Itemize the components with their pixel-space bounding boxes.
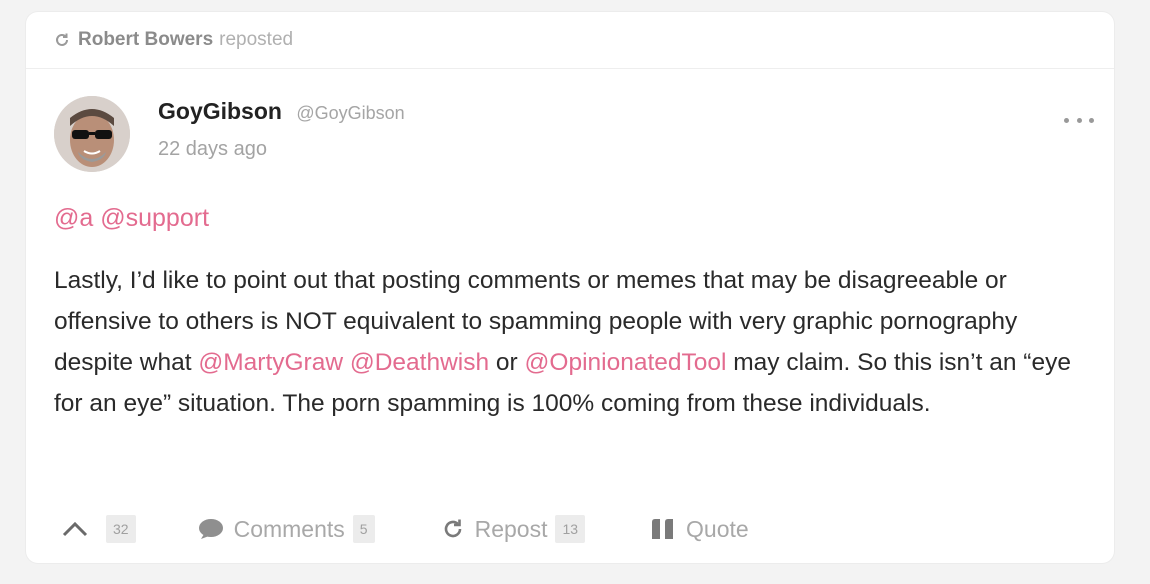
author-display-name[interactable]: GoyGibson: [158, 98, 282, 124]
comments-button[interactable]: Comments 5: [198, 515, 375, 543]
body-text-2: or: [489, 349, 525, 376]
mention-line: @a @support: [54, 204, 209, 233]
upvote-button[interactable]: 32: [62, 515, 136, 543]
comments-label: Comments: [233, 515, 345, 542]
action-bar: 32 Comments 5 Repost 13 Quote: [54, 507, 1094, 551]
repost-icon: [54, 32, 70, 48]
post-timestamp[interactable]: 22 days ago: [158, 138, 267, 161]
post-body: Lastly, I’d like to point out that posti…: [54, 260, 1094, 424]
quote-button[interactable]: Quote: [650, 516, 749, 543]
repost-label: Repost: [474, 515, 548, 542]
comment-bubble-icon: [198, 518, 224, 540]
repost-button[interactable]: Repost 13: [441, 515, 586, 543]
quote-icon: [650, 518, 676, 540]
post-header: GoyGibson @GoyGibson 22 days ago: [54, 96, 1094, 176]
mention-a[interactable]: @a: [54, 204, 93, 232]
mention-opinionatedtool[interactable]: @OpinionatedTool: [525, 349, 727, 376]
author-handle[interactable]: @GoyGibson: [296, 103, 404, 123]
mention-support[interactable]: @support: [100, 204, 209, 232]
author-line: GoyGibson @GoyGibson: [158, 98, 405, 125]
repost-icon: [441, 517, 465, 541]
repost-action-text: reposted: [219, 29, 294, 50]
repost-header: Robert Bowers reposted: [26, 12, 1114, 69]
quote-label: Quote: [686, 515, 749, 542]
mention-deathwish[interactable]: @Deathwish: [350, 349, 489, 376]
more-options-icon[interactable]: [1064, 112, 1094, 128]
comments-count: 5: [352, 515, 375, 543]
upvote-count: 32: [106, 515, 136, 543]
avatar[interactable]: [54, 96, 130, 172]
chevron-up-icon: [62, 521, 88, 537]
mention-martygraw[interactable]: @MartyGraw: [198, 349, 343, 376]
post-card: Robert Bowers reposted GoyGibson @GoyGib…: [26, 12, 1114, 563]
repost-count: 13: [555, 515, 586, 543]
reposter-name[interactable]: Robert Bowers: [78, 29, 213, 51]
